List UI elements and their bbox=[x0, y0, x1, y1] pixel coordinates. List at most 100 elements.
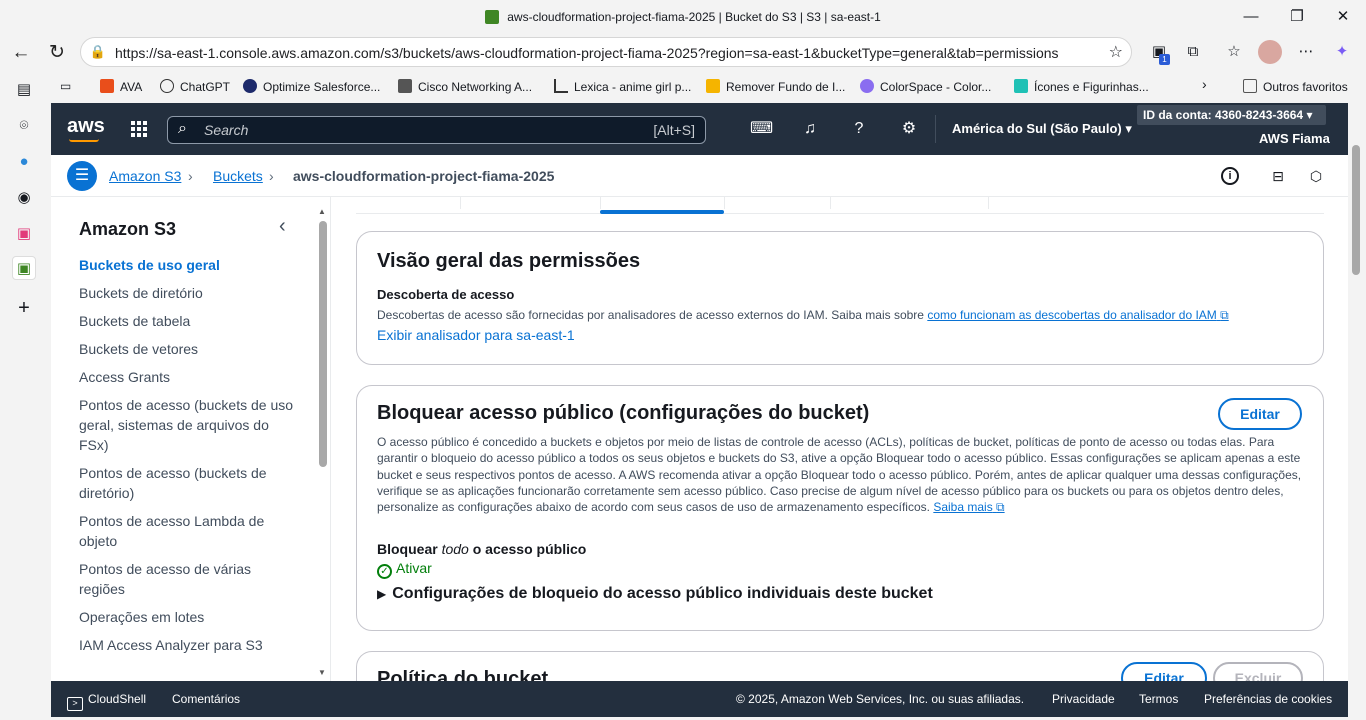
region-selector[interactable]: América do Sul (São Paulo) ▾ bbox=[952, 121, 1132, 137]
help-icon[interactable]: ? bbox=[848, 118, 870, 140]
nav-scroll-thumb[interactable] bbox=[319, 221, 327, 467]
edit-policy-button[interactable]: Editar bbox=[1121, 662, 1207, 681]
status-text: Ativar bbox=[396, 560, 432, 576]
browser-vertical-sidebar: ▤ ⌾ ● ◉ ▣ ▣ + bbox=[0, 72, 48, 720]
account-name[interactable]: AWS Fiama bbox=[1259, 131, 1330, 146]
learn-more-link[interactable]: Saiba mais ⧉ bbox=[933, 500, 1004, 514]
bookmark-optimize-salesforce[interactable]: Optimize Salesforce... bbox=[243, 79, 380, 94]
nav-item-vector-buckets[interactable]: Buckets de vetores bbox=[79, 339, 299, 359]
url-text[interactable]: https://sa-east-1.console.aws.amazon.com… bbox=[115, 45, 1059, 61]
services-grid-icon[interactable] bbox=[131, 121, 147, 137]
privacy-link[interactable]: Privacidade bbox=[1052, 692, 1115, 706]
nav-scrollbar[interactable]: ▲ ▼ bbox=[318, 207, 327, 677]
panel-title: Bloquear acesso público (configurações d… bbox=[377, 402, 870, 424]
site-info-icon[interactable]: 🔒 bbox=[89, 43, 107, 61]
overview-description: Descobertas de acesso são fornecidas por… bbox=[377, 307, 1229, 323]
chevron-right-icon[interactable]: › bbox=[1202, 76, 1207, 92]
nav-item-access-grants[interactable]: Access Grants bbox=[79, 367, 299, 387]
nav-item-directory-buckets[interactable]: Buckets de diretório bbox=[79, 283, 299, 303]
breadcrumb: ☰ Amazon S3 › Buckets › aws-cloudformati… bbox=[51, 155, 1348, 197]
search-icon: ⌕ bbox=[178, 120, 187, 137]
external-link-icon: ⧉ bbox=[1220, 308, 1229, 322]
nav-item-access-points-directory[interactable]: Pontos de acesso (buckets de diretório) bbox=[79, 463, 299, 503]
github-tab-icon[interactable]: ◉ bbox=[12, 186, 36, 210]
bookmark-ava[interactable]: AVA bbox=[100, 79, 142, 94]
search-shortcut: [Alt+S] bbox=[653, 122, 695, 138]
bookmark-icones[interactable]: Ícones e Figurinhas... bbox=[1014, 79, 1149, 94]
app-tab-icon-2[interactable]: ▣ bbox=[12, 222, 36, 246]
scroll-up-icon[interactable]: ▲ bbox=[318, 207, 326, 216]
cloudshell-label: CloudShell bbox=[88, 692, 147, 706]
region-label: América do Sul (São Paulo) bbox=[952, 121, 1122, 136]
minimize-button[interactable]: — bbox=[1236, 6, 1266, 28]
page-scrollbar[interactable] bbox=[1351, 103, 1363, 717]
iam-findings-link[interactable]: como funcionam as descobertas do analisa… bbox=[927, 308, 1228, 322]
hamburger-menu-icon[interactable]: ☰ bbox=[67, 161, 97, 191]
tab-permissions-active-indicator[interactable] bbox=[600, 210, 724, 214]
cloudshell-icon[interactable]: ⌨ bbox=[750, 118, 773, 140]
copilot-icon[interactable]: ✦ bbox=[1330, 40, 1354, 64]
bookmark-remover-fundo[interactable]: Remover Fundo de I... bbox=[706, 79, 845, 94]
favorites-icon[interactable]: ☆ bbox=[1222, 40, 1246, 64]
address-bar[interactable]: 🔒 https://sa-east-1.console.aws.amazon.c… bbox=[80, 37, 1132, 67]
check-circle-icon: ✓ bbox=[377, 564, 392, 579]
edit-block-access-button[interactable]: Editar bbox=[1218, 398, 1302, 430]
back-button[interactable]: ← bbox=[8, 40, 34, 66]
bookmark-label: ChatGPT bbox=[180, 80, 231, 94]
cookie-preferences-link[interactable]: Preferências de cookies bbox=[1204, 692, 1332, 706]
learn-more-text: Saiba mais bbox=[933, 500, 993, 515]
app-tab-icon[interactable]: ● bbox=[12, 150, 36, 174]
search-input[interactable]: ⌕ Search [Alt+S] bbox=[167, 116, 706, 144]
breadcrumb-buckets[interactable]: Buckets bbox=[213, 168, 263, 184]
new-tab-icon[interactable]: + bbox=[12, 296, 36, 320]
chatgpt-tab-icon[interactable]: ⌾ bbox=[12, 114, 36, 138]
reload-button[interactable]: ↻ bbox=[44, 40, 70, 66]
nav-item-table-buckets[interactable]: Buckets de tabela bbox=[79, 311, 299, 331]
bookmark-cisco[interactable]: Cisco Networking A... bbox=[398, 79, 532, 94]
expander-label: Configurações de bloqueio do acesso públ… bbox=[392, 585, 933, 602]
reading-view-icon[interactable]: ▭ bbox=[60, 79, 71, 93]
tab-actions-icon[interactable]: ▤ bbox=[12, 78, 36, 102]
tab-divider bbox=[460, 197, 461, 209]
aws-smile-icon bbox=[69, 139, 99, 142]
tab-divider bbox=[988, 197, 989, 209]
settings-gear-icon[interactable]: ⚙ bbox=[898, 118, 920, 140]
notifications-bell-icon[interactable]: ♫ bbox=[799, 118, 821, 140]
bookmark-colorspace[interactable]: ColorSpace - Color... bbox=[860, 79, 991, 94]
terms-link[interactable]: Termos bbox=[1139, 692, 1178, 706]
cisco-icon bbox=[398, 79, 412, 93]
feedback-link[interactable]: Comentários bbox=[172, 692, 240, 706]
nav-item-buckets-general[interactable]: Buckets de uso geral bbox=[79, 255, 299, 275]
aws-logo[interactable]: aws bbox=[67, 115, 105, 138]
individual-settings-expander[interactable]: ▶ Configurações de bloqueio do acesso púb… bbox=[377, 585, 933, 603]
other-favorites[interactable]: Outros favoritos bbox=[1243, 79, 1348, 94]
account-id-badge[interactable]: ID da conta: 4360-8243-3664 ▾ bbox=[1137, 105, 1326, 125]
scroll-down-icon[interactable]: ▼ bbox=[318, 668, 326, 677]
maximize-button[interactable]: ❐ bbox=[1282, 6, 1312, 28]
bookmark-label: Ícones e Figurinhas... bbox=[1034, 80, 1149, 94]
profile-avatar[interactable] bbox=[1258, 40, 1282, 64]
bookmark-lexica[interactable]: Lexica - anime girl p... bbox=[554, 79, 691, 94]
breadcrumb-amazon-s3[interactable]: Amazon S3 bbox=[109, 168, 181, 184]
info-icon[interactable]: i bbox=[1221, 167, 1239, 185]
panel-toggle-icon[interactable]: ⊟ bbox=[1268, 166, 1288, 186]
collapse-nav-chevron-left-icon[interactable]: ‹ bbox=[279, 215, 286, 238]
extensions-icon[interactable]: ⧉ bbox=[1181, 40, 1205, 64]
close-window-button[interactable]: ✕ bbox=[1328, 6, 1358, 28]
nav-item-access-points-general[interactable]: Pontos de acesso (buckets de uso geral, … bbox=[79, 395, 299, 455]
nav-item-object-lambda[interactable]: Pontos de acesso Lambda de objeto bbox=[79, 511, 299, 551]
bookmark-label: Remover Fundo de I... bbox=[726, 80, 846, 94]
permissions-overview-panel: Visão geral das permissões Descoberta de… bbox=[356, 231, 1324, 365]
page-scroll-thumb[interactable] bbox=[1352, 145, 1360, 275]
icones-icon bbox=[1014, 79, 1028, 93]
favorite-star-icon[interactable]: ☆ bbox=[1109, 42, 1123, 62]
cloudshell-footer-link[interactable]: > CloudShell bbox=[67, 692, 146, 711]
nav-item-multi-region[interactable]: Pontos de acesso de várias regiões bbox=[79, 559, 299, 599]
bookmark-chatgpt[interactable]: ChatGPT bbox=[160, 79, 230, 94]
nav-item-batch-operations[interactable]: Operações em lotes bbox=[79, 607, 299, 627]
settings-hex-icon[interactable]: ⬡ bbox=[1306, 166, 1326, 186]
s3-tab-icon[interactable]: ▣ bbox=[12, 256, 36, 280]
view-analyzer-link[interactable]: Exibir analisador para sa-east-1 bbox=[377, 327, 575, 343]
nav-item-iam-access-analyzer[interactable]: IAM Access Analyzer para S3 bbox=[79, 635, 299, 655]
more-menu-icon[interactable]: ⋯ bbox=[1294, 40, 1318, 64]
